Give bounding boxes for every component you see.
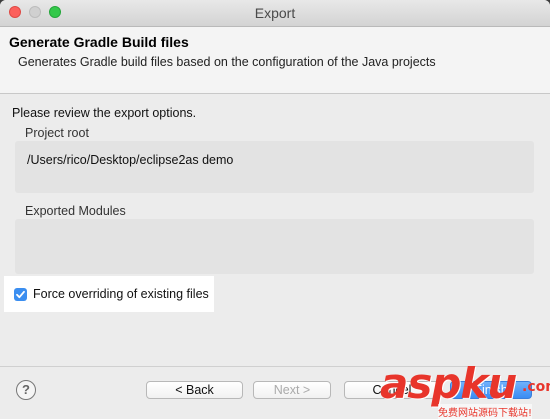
watermark-subtitle: 免费网站源码下载站!	[438, 404, 533, 419]
next-button[interactable]: Next >	[253, 381, 331, 399]
export-dialog: Export Generate Gradle Build files Gener…	[0, 0, 550, 419]
page-description: Generates Gradle build files based on th…	[18, 55, 436, 69]
exported-modules-label: Exported Modules	[25, 204, 126, 218]
checkmark-icon	[16, 290, 25, 299]
force-override-option: Force overriding of existing files	[4, 276, 214, 312]
page-title: Generate Gradle Build files	[9, 34, 189, 50]
review-instructions: Please review the export options.	[12, 106, 197, 120]
force-override-label[interactable]: Force overriding of existing files	[33, 287, 209, 301]
help-button[interactable]: ?	[16, 380, 36, 400]
project-root-field[interactable]: /Users/rico/Desktop/eclipse2as demo	[15, 141, 534, 193]
watermark-dotcom: .com	[522, 379, 550, 395]
back-button[interactable]: < Back	[146, 381, 243, 399]
wizard-header: Generate Gradle Build files Generates Gr…	[0, 27, 550, 94]
window-title: Export	[254, 5, 296, 21]
exported-modules-list[interactable]	[15, 219, 534, 274]
title-bar[interactable]: Export	[0, 0, 550, 27]
project-root-label: Project root	[25, 126, 89, 140]
project-root-value: /Users/rico/Desktop/eclipse2as demo	[27, 153, 234, 167]
watermark: aspku .com 免费网站源码下载站!	[380, 361, 550, 419]
watermark-brand: aspku	[380, 359, 517, 408]
force-override-checkbox[interactable]	[14, 288, 27, 301]
